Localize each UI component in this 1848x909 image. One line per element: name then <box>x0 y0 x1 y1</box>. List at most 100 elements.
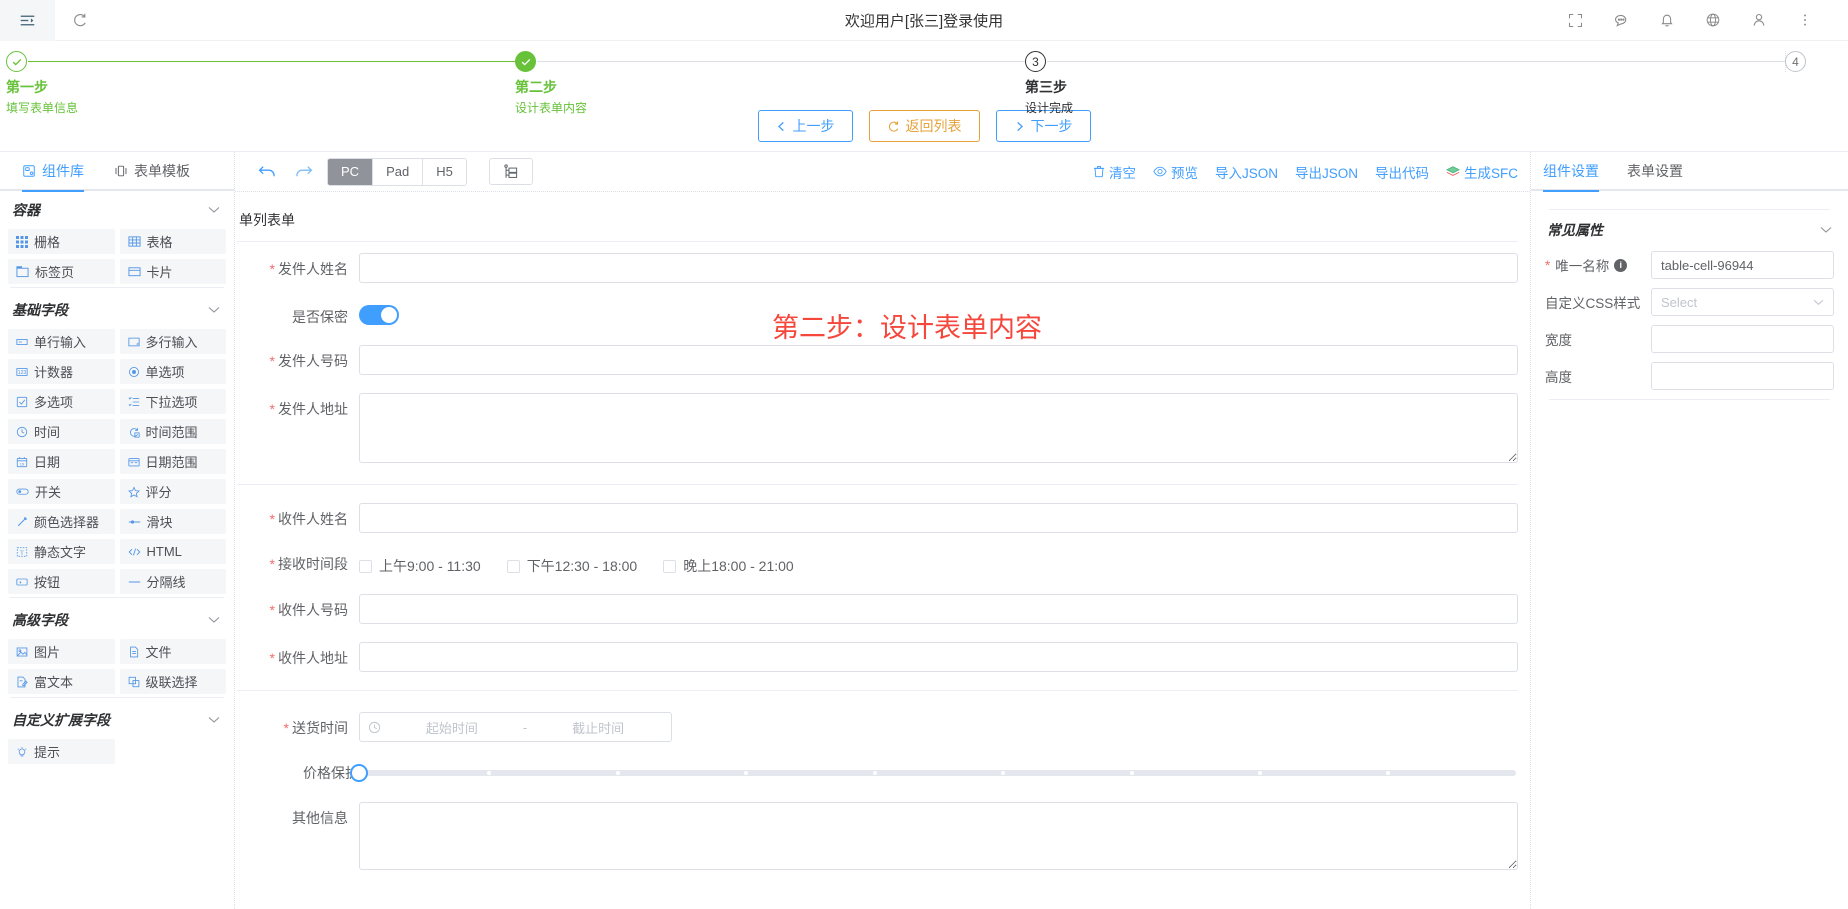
redo-icon[interactable] <box>285 157 321 187</box>
tab-component-library[interactable]: 组件库 <box>22 152 84 192</box>
back-to-list-button[interactable]: 返回列表 <box>868 110 980 142</box>
form-field-receiver-name[interactable]: 收件人姓名 <box>237 494 1518 542</box>
component-date-range[interactable]: 日期范围 <box>119 449 226 474</box>
sender-address-textarea[interactable] <box>359 393 1518 463</box>
component-single-line-input[interactable]: 单行输入 <box>8 329 115 354</box>
width-input[interactable] <box>1651 325 1834 353</box>
component-html[interactable]: HTML <box>119 539 226 564</box>
step-item-4[interactable]: 4 第四步 保存成功 <box>1785 51 1848 72</box>
component-rich-text[interactable]: 富文本 <box>8 669 115 694</box>
form-field-receive-time-slots[interactable]: 接收时间段 上午9:00 - 11:30 下午12:30 - 18:00 <box>237 542 1518 585</box>
component-card[interactable]: 卡片 <box>119 259 226 284</box>
checkbox-evening[interactable]: 晚上18:00 - 21:00 <box>663 556 794 576</box>
component-select[interactable]: 下拉选项 <box>119 389 226 414</box>
undo-icon[interactable] <box>249 157 285 187</box>
tab-form-settings[interactable]: 表单设置 <box>1627 151 1683 190</box>
globe-icon[interactable] <box>1690 0 1736 41</box>
step-item-1[interactable]: 第一步 填写表单信息 <box>6 51 518 116</box>
select-icon <box>128 396 140 408</box>
checkbox-afternoon[interactable]: 下午12:30 - 18:00 <box>506 556 637 576</box>
receiver-address-input[interactable] <box>359 642 1518 672</box>
component-cascader[interactable]: 级联选择 <box>119 669 226 694</box>
prev-step-button[interactable]: 上一步 <box>757 110 853 142</box>
component-rate[interactable]: 评分 <box>119 479 226 504</box>
receiver-name-input[interactable] <box>359 503 1518 533</box>
preview-button[interactable]: 预览 <box>1153 162 1198 182</box>
custom-css-select[interactable]: Select <box>1651 288 1834 316</box>
sender-name-input[interactable] <box>359 253 1518 283</box>
group-header-custom[interactable]: 自定义扩展字段 <box>0 701 234 739</box>
refresh-icon[interactable] <box>55 0 105 41</box>
group-title-basic: 基础字段 <box>12 302 68 318</box>
component-tabs[interactable]: 标签页 <box>8 259 115 284</box>
component-time-range[interactable]: 时间范围 <box>119 419 226 444</box>
checkbox-morning[interactable]: 上午9:00 - 11:30 <box>359 556 481 576</box>
bell-icon[interactable] <box>1644 0 1690 41</box>
user-icon[interactable] <box>1736 0 1782 41</box>
device-pad[interactable]: Pad <box>373 158 424 185</box>
menu-fold-icon[interactable] <box>0 0 55 41</box>
group-header-container[interactable]: 容器 <box>0 191 234 229</box>
property-section-header[interactable]: 常见属性 <box>1545 220 1834 251</box>
generate-sfc-button[interactable]: 生成SFC <box>1446 162 1518 182</box>
info-icon[interactable]: i <box>1614 258 1628 272</box>
step-2-desc: 设计表单内容 <box>515 101 588 115</box>
more-vertical-icon[interactable] <box>1782 0 1828 41</box>
device-pc[interactable]: PC <box>328 158 374 185</box>
component-counter[interactable]: 123 计数器 <box>8 359 115 384</box>
component-table[interactable]: 表格 <box>119 229 226 254</box>
form-field-sender-address[interactable]: 发件人地址 <box>237 384 1518 475</box>
receiver-phone-input[interactable] <box>359 594 1518 624</box>
device-h5[interactable]: H5 <box>423 158 466 185</box>
group-header-basic[interactable]: 基础字段 <box>0 291 234 329</box>
component-multi-line-input[interactable]: 多行输入 <box>119 329 226 354</box>
form-field-other-info[interactable]: 其他信息 <box>237 793 1518 882</box>
component-static-text[interactable]: T 静态文字 <box>8 539 115 564</box>
component-color-picker[interactable]: 颜色选择器 <box>8 509 115 534</box>
step-item-2[interactable]: 第二步 设计表单内容 <box>515 51 1027 116</box>
slider-knob[interactable] <box>350 764 368 782</box>
price-protection-slider[interactable] <box>350 764 1516 782</box>
export-code-button[interactable]: 导出代码 <box>1375 162 1429 182</box>
component-date[interactable]: 19 日期 <box>8 449 115 474</box>
import-json-button[interactable]: 导入JSON <box>1215 162 1278 182</box>
component-file[interactable]: 文件 <box>119 639 226 664</box>
is-secret-switch[interactable] <box>359 305 399 325</box>
layout-tree-icon[interactable] <box>488 158 533 185</box>
tab-component-settings[interactable]: 组件设置 <box>1543 151 1599 192</box>
form-field-price-protection[interactable]: 价格保护 <box>237 751 1518 793</box>
component-image[interactable]: 图片 <box>8 639 115 664</box>
component-button[interactable]: 按钮 <box>8 569 115 594</box>
form-field-receiver-phone[interactable]: 收件人号码 <box>237 585 1518 633</box>
component-radio[interactable]: 单选项 <box>119 359 226 384</box>
fullscreen-icon[interactable] <box>1552 0 1598 41</box>
group-header-advanced[interactable]: 高级字段 <box>0 601 234 639</box>
form-field-receiver-address[interactable]: 收件人地址 <box>237 633 1518 681</box>
tab-form-template[interactable]: 表单模板 <box>114 152 190 190</box>
delivery-time-range-picker[interactable]: 起始时间 - 截止时间 <box>359 712 672 742</box>
component-switch[interactable]: 开关 <box>8 479 115 504</box>
component-divider[interactable]: 分隔线 <box>119 569 226 594</box>
unique-name-input[interactable] <box>1651 251 1834 279</box>
form-canvas[interactable]: 单列表单 第二步：设计表单内容 发件人姓名 是否保密 发件人 <box>235 192 1530 909</box>
component-slider[interactable]: 滑块 <box>119 509 226 534</box>
other-info-textarea[interactable] <box>359 802 1518 870</box>
form-field-delivery-time[interactable]: 送货时间 起始时间 - 截止时间 <box>237 700 1518 751</box>
message-icon[interactable] <box>1598 0 1644 41</box>
label: 计数器 <box>34 365 74 380</box>
component-checkbox[interactable]: 多选项 <box>8 389 115 414</box>
wizard-nav-buttons: 上一步 返回列表 下一步 <box>0 108 1848 151</box>
clear-canvas-button[interactable]: 清空 <box>1093 162 1136 182</box>
component-time[interactable]: 时间 <box>8 419 115 444</box>
step-item-3[interactable]: 3 第三步 设计完成 <box>1025 51 1807 116</box>
form-field-sender-phone[interactable]: 发件人号码 <box>237 336 1518 384</box>
tab-form-template-label: 表单模板 <box>134 162 190 179</box>
component-grid[interactable]: 栅格 <box>8 229 115 254</box>
form-field-sender-name[interactable]: 发件人姓名 <box>237 244 1518 292</box>
form-field-is-secret[interactable]: 是否保密 <box>237 292 1518 336</box>
height-input[interactable] <box>1651 362 1834 390</box>
component-alert[interactable]: 提示 <box>8 739 115 764</box>
tab-component-library-label: 组件库 <box>42 162 84 179</box>
sender-phone-input[interactable] <box>359 345 1518 375</box>
export-json-button[interactable]: 导出JSON <box>1295 162 1358 182</box>
